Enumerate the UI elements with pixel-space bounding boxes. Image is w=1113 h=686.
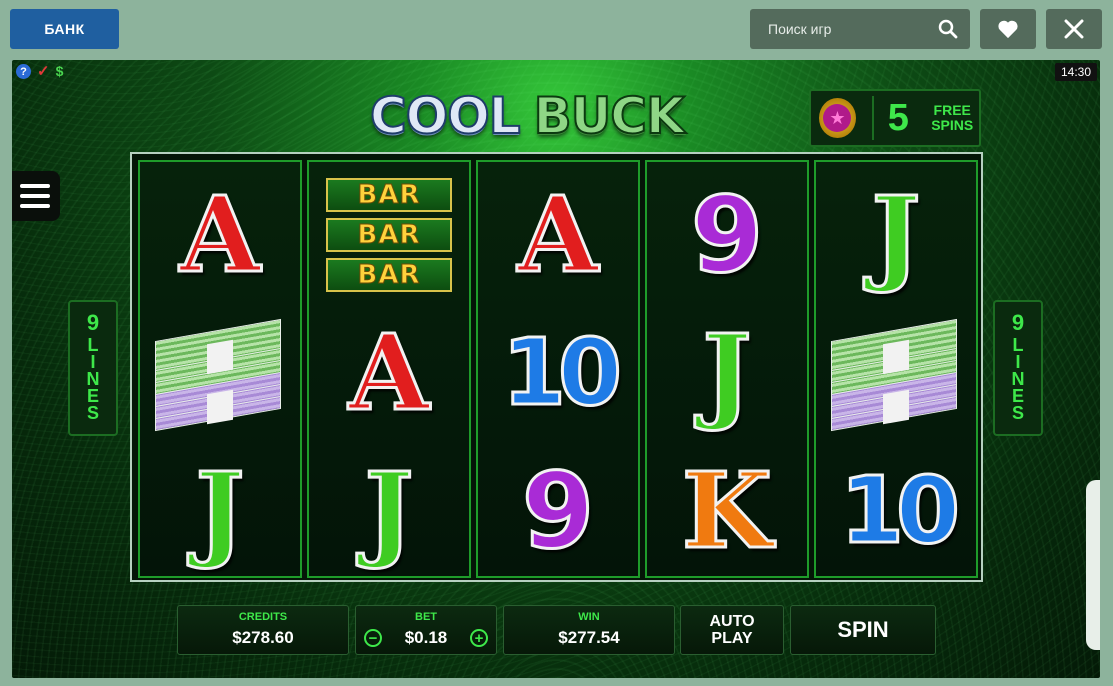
reel-4: 9 JK (645, 160, 809, 578)
menu-line (20, 184, 50, 188)
free-spins-badge: ★ 5 FREE SPINS (809, 89, 981, 147)
game-logo: COOL BUCK (369, 86, 740, 146)
star-icon: ★ (819, 98, 856, 138)
triple-bar-symbol: BAR BAR BAR (326, 178, 452, 292)
lines-number: 9 (86, 310, 100, 335)
spin-label: SPIN (837, 617, 889, 642)
lines-badge-right: 9 L I N E S (993, 300, 1043, 436)
symbol-j: J (870, 173, 922, 296)
heart-icon (998, 20, 1018, 39)
reel-symbol: J (309, 442, 469, 580)
reel-symbol (140, 304, 300, 442)
dollar-icon[interactable]: $ (56, 64, 64, 79)
free-spins-label-line2: SPINS (931, 117, 974, 133)
money-band (883, 339, 909, 375)
lines-badge-left: 9 L I N E S (68, 300, 118, 436)
symbol-9: 9 (520, 450, 595, 572)
reel-5: J 10 (814, 160, 978, 578)
free-spins-label-line1: FREE (933, 102, 971, 118)
reel-symbol: 9 (647, 166, 807, 304)
lines-letter: S (1011, 403, 1024, 423)
bar-plate: BAR (326, 178, 452, 212)
reel-symbol: A (140, 166, 300, 304)
symbol-10: 10 (500, 319, 623, 426)
symbol-k: K (680, 449, 773, 572)
game-canvas[interactable]: ? ✓ $ 14:30 COOL BUCK ★ 5 FREE SPINS 9 L… (12, 60, 1100, 678)
reel-symbol: A (478, 166, 638, 304)
lines-number: 9 (1011, 310, 1025, 335)
close-button[interactable] (1046, 9, 1102, 49)
bar-plate: BAR (326, 218, 452, 252)
win-value: $277.54 (558, 628, 620, 647)
menu-line (20, 204, 50, 208)
cash-stack-symbol (831, 318, 961, 432)
reel-symbol: J (647, 304, 807, 442)
search-box[interactable] (750, 9, 970, 49)
symbol-a: A (347, 311, 431, 434)
reel-symbol: BAR BAR BAR (309, 166, 469, 304)
divider (871, 96, 874, 140)
auto-play-label-line2: PLAY (711, 630, 753, 647)
credits-label: CREDITS (238, 611, 288, 623)
win-label: WIN (578, 611, 600, 623)
symbol-a: A (178, 173, 262, 296)
credits-panel: CREDITS $278.60 (177, 605, 349, 655)
win-panel: WIN $277.54 (503, 605, 675, 655)
cash-stack-symbol (155, 318, 285, 432)
symbol-10: 10 (838, 457, 961, 564)
reel-symbol: J (816, 166, 976, 304)
symbol-j: J (194, 449, 246, 572)
money-band (207, 389, 233, 425)
auto-play-button[interactable]: AUTO PLAY (680, 605, 784, 655)
close-icon (1064, 19, 1084, 39)
search-input[interactable] (768, 21, 928, 37)
logo-word-cool: COOL (369, 86, 522, 146)
edge-decoration (1086, 480, 1100, 650)
bet-decrease-button[interactable]: − (364, 629, 382, 647)
reel-symbol (816, 304, 976, 442)
free-spins-count: 5 (887, 96, 909, 139)
bank-button[interactable]: БАНК (10, 9, 119, 49)
check-icon[interactable]: ✓ (37, 64, 50, 79)
favorite-button[interactable] (980, 9, 1036, 49)
reel-symbol: A (309, 304, 469, 442)
symbol-j: J (363, 449, 415, 572)
reel-symbol: 10 (478, 304, 638, 442)
bar-plate: BAR (326, 258, 452, 292)
reel-symbol: 10 (816, 442, 976, 580)
reel-symbol: J (140, 442, 300, 580)
reel-2: BAR BAR BAR A J (307, 160, 471, 578)
symbol-j: J (701, 311, 753, 434)
spin-button[interactable]: SPIN (790, 605, 936, 655)
clock: 14:30 (1054, 63, 1097, 81)
reel-3: A 10 9 (476, 160, 640, 578)
reel-symbol: K (647, 442, 807, 580)
bet-increase-button[interactable]: + (470, 629, 488, 647)
money-band (207, 339, 233, 375)
reel-symbol: 9 (478, 442, 638, 580)
credits-value: $278.60 (232, 628, 294, 647)
reel-1: AJ (138, 160, 302, 578)
reels-area: A J BAR BAR BAR A J A 10 9 9 J K J 10 (130, 152, 983, 582)
bet-label: BET (415, 611, 437, 623)
search-icon[interactable] (938, 19, 958, 39)
symbol-a: A (516, 173, 600, 296)
symbol-9: 9 (689, 174, 764, 296)
logo-word-buck: BUCK (533, 86, 686, 146)
help-icon[interactable]: ? (16, 64, 31, 79)
lines-letter: S (86, 403, 99, 423)
bet-panel: BET $0.18 − + (355, 605, 497, 655)
menu-button[interactable] (12, 171, 60, 221)
menu-line (20, 194, 50, 198)
game-toolbar: ? ✓ $ (16, 64, 63, 79)
auto-play-label-line1: AUTO (709, 613, 755, 630)
free-spins-label: FREE SPINS (925, 103, 979, 133)
money-band (883, 389, 909, 425)
